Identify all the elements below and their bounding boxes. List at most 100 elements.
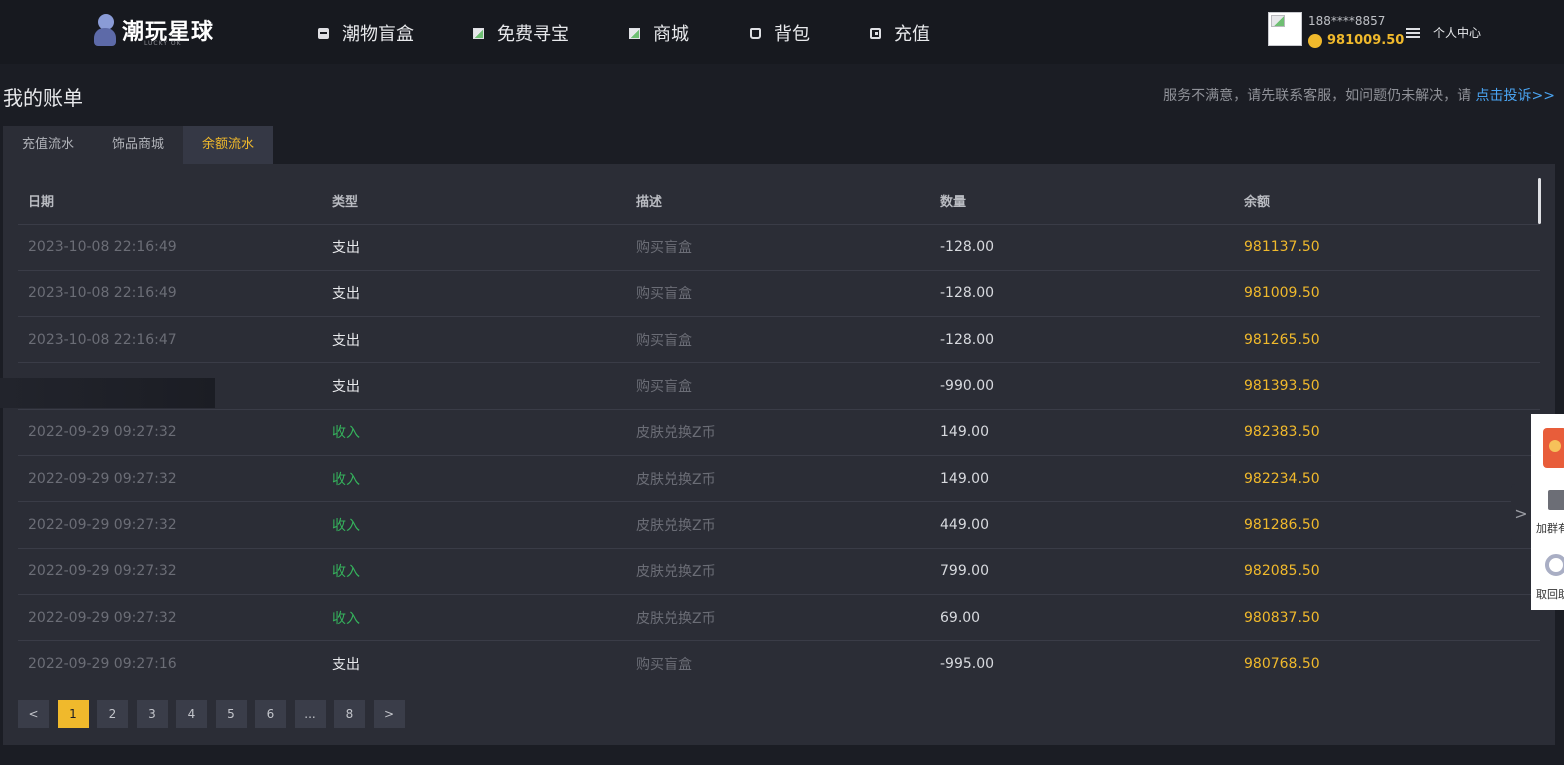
nav-item-blind-box[interactable]: 潮物盲盒	[318, 20, 414, 46]
cell-date: 2022-09-29 09:27:32	[18, 454, 322, 502]
image-icon	[473, 27, 484, 39]
page-button-3[interactable]: 3	[136, 700, 168, 728]
red-packet-icon[interactable]	[1543, 428, 1564, 468]
cell-balance: 981265.50	[1234, 316, 1540, 363]
cell-description: 购买盲盒	[626, 640, 930, 687]
cell-amount: -128.00	[930, 223, 1234, 271]
page-button-1[interactable]: 1	[57, 700, 89, 728]
cell-balance: 981137.50	[1234, 223, 1540, 271]
page-button-5[interactable]: 5	[215, 700, 247, 728]
table-row: 2022-09-29 09:27:32 收入 皮肤兑换Z币 149.00 982…	[18, 454, 1540, 502]
tab-recharge-flow[interactable]: 充值流水	[3, 126, 94, 164]
cell-balance: 982234.50	[1234, 454, 1540, 502]
cell-type: 收入	[322, 501, 626, 549]
cell-description: 皮肤兑换Z币	[626, 501, 930, 549]
cell-amount: -128.00	[930, 316, 1234, 363]
cell-amount: -128.00	[930, 269, 1234, 317]
cell-balance: 980837.50	[1234, 593, 1540, 641]
complain-link[interactable]: 点击投诉>>	[1476, 88, 1555, 104]
refresh-icon[interactable]	[1545, 554, 1564, 576]
wallet-icon	[870, 27, 881, 39]
nav-label: 潮物盲盒	[342, 24, 414, 45]
cell-date: 2022-09-29 09:27:32	[18, 408, 322, 456]
table-header-row: 日期 类型 描述 数量 余额	[18, 178, 1540, 224]
tab-item-mall[interactable]: 饰品商城	[93, 126, 184, 164]
side-label-join-group[interactable]: 加群有	[1536, 520, 1564, 536]
column-header-balance: 余额	[1244, 195, 1271, 211]
user-phone: 188****8857	[1308, 14, 1386, 28]
nav-label: 充值	[894, 24, 930, 45]
column-header-date: 日期	[28, 195, 55, 211]
nav-label: 背包	[774, 24, 810, 45]
shop-icon[interactable]	[1548, 490, 1564, 510]
column-header-description: 描述	[636, 195, 663, 211]
top-navbar: 潮玩星球 LUCKY OK 潮物盲盒 免费寻宝 商城 背包 充值 188****…	[0, 0, 1564, 64]
cell-description: 购买盲盒	[626, 316, 930, 363]
table-row: 2023-10-08 22:16:47 支出 购买盲盒 -128.00 9812…	[18, 316, 1540, 363]
side-expand-button[interactable]: >	[1511, 484, 1531, 542]
image-icon	[629, 27, 640, 39]
nav-item-backpack[interactable]: 背包	[750, 20, 810, 46]
cell-type: 支出	[322, 223, 626, 271]
cell-amount: 449.00	[930, 501, 1234, 549]
table-row: 2022-09-29 09:27:32 收入 皮肤兑换Z币 449.00 981…	[18, 501, 1540, 549]
prev-page-button[interactable]: <	[18, 700, 49, 728]
side-label-retrieve-helper[interactable]: 取回助	[1536, 586, 1564, 602]
bill-table: 日期 类型 描述 数量 余额 2023-10-08 22:16:49 支出 购买…	[18, 178, 1540, 687]
cell-type: 收入	[322, 593, 626, 641]
site-logo[interactable]: 潮玩星球 LUCKY OK	[92, 10, 214, 50]
page-button-2[interactable]: 2	[97, 700, 128, 728]
nav-item-mall[interactable]: 商城	[629, 20, 689, 46]
table-row: 2022-09-29 09:27:32 收入 皮肤兑换Z币 149.00 982…	[18, 408, 1540, 456]
cell-description: 皮肤兑换Z币	[626, 454, 930, 502]
table-row: 2022-09-29 09:27:16 支出 购买盲盒 -995.00 9807…	[18, 640, 1540, 687]
cell-amount: -995.00	[930, 640, 1234, 687]
nav-item-free-treasure[interactable]: 免费寻宝	[473, 20, 569, 46]
page-title: 我的账单	[3, 86, 83, 110]
nav-label: 免费寻宝	[497, 24, 569, 45]
pagination: < 1 2 3 4 5 6 ... 8 >	[18, 700, 413, 728]
table-row: 2022-09-29 09:27:32 收入 皮肤兑换Z币 69.00 9808…	[18, 593, 1540, 641]
cell-type: 支出	[322, 640, 626, 687]
box-icon	[318, 27, 329, 39]
page-button-8[interactable]: 8	[334, 700, 365, 728]
cell-amount: 149.00	[930, 454, 1234, 502]
avatar[interactable]	[1268, 12, 1302, 46]
cell-type: 支出	[322, 269, 626, 317]
cell-balance: 982085.50	[1234, 547, 1540, 595]
page-button-4[interactable]: 4	[176, 700, 207, 728]
nav-label: 商城	[653, 24, 689, 45]
cell-description: 购买盲盒	[626, 362, 930, 410]
bag-icon	[750, 27, 761, 39]
cell-amount: -990.00	[930, 362, 1234, 410]
cell-date: 2022-09-29 09:27:32	[18, 593, 322, 641]
personal-center-link[interactable]: 个人中心	[1406, 24, 1481, 41]
complain-notice: 服务不满意，请先联系客服，如问题仍未解决，请 点击投诉>>	[1163, 85, 1555, 105]
tab-balance-flow[interactable]: 余额流水	[183, 126, 274, 164]
cell-date: 2023-10-08 22:16:47	[18, 316, 322, 363]
column-header-type: 类型	[332, 195, 359, 211]
table-row: 2022-09-29 09:27:32 收入 皮肤兑换Z币 799.00 982…	[18, 547, 1540, 595]
coin-icon	[1308, 34, 1322, 48]
cell-description: 购买盲盒	[626, 223, 930, 271]
table-row: 2022-09-29 10:10:00 支出 购买盲盒 -990.00 9813…	[18, 362, 1540, 410]
bill-table-panel: 日期 类型 描述 数量 余额 2023-10-08 22:16:49 支出 购买…	[3, 164, 1555, 745]
nav-item-recharge[interactable]: 充值	[870, 20, 930, 46]
cell-date: 2022-09-29 09:27:32	[18, 547, 322, 595]
cell-amount: 149.00	[930, 408, 1234, 456]
page-ellipsis-button[interactable]: ...	[294, 700, 326, 728]
cell-description: 皮肤兑换Z币	[626, 547, 930, 595]
astronaut-logo-icon	[92, 12, 120, 48]
cell-type: 收入	[322, 547, 626, 595]
cell-type: 支出	[322, 362, 626, 410]
cell-description: 皮肤兑换Z币	[626, 593, 930, 641]
table-row: 2023-10-08 22:16:49 支出 购买盲盒 -128.00 9811…	[18, 223, 1540, 271]
cell-description: 皮肤兑换Z币	[626, 408, 930, 456]
cell-type: 收入	[322, 454, 626, 502]
next-page-button[interactable]: >	[373, 700, 405, 728]
side-shadow-strip	[0, 378, 215, 408]
page-button-6[interactable]: 6	[255, 700, 286, 728]
bill-tabs: 充值流水 饰品商城 余额流水	[3, 126, 274, 164]
cell-date: 2022-09-29 09:27:32	[18, 501, 322, 549]
cell-type: 收入	[322, 408, 626, 456]
